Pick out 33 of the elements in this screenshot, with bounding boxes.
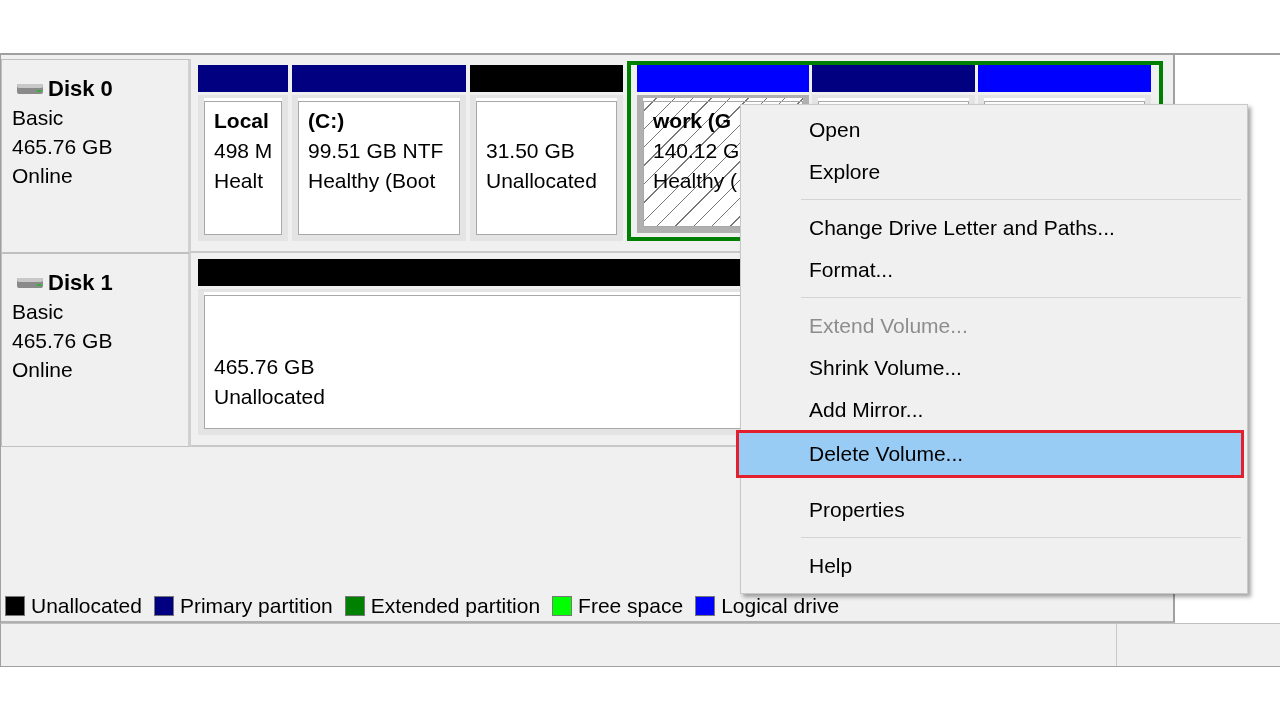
disk-size: 465.76 GB <box>12 134 113 160</box>
menu-item[interactable]: Delete Volume... <box>739 433 1241 475</box>
legend-label: Free space <box>578 594 684 618</box>
legend-label: Logical drive <box>721 594 840 618</box>
partition-title: work (G <box>653 108 732 134</box>
partition-status: Unallocated <box>486 168 597 194</box>
menu-item[interactable]: Help <box>741 545 1247 587</box>
disk-name: Disk 0 <box>48 75 113 103</box>
menu-item[interactable]: Format... <box>741 249 1247 291</box>
partition-status: Healthy (Boot <box>308 168 436 194</box>
partition-size: 465.76 GB <box>214 354 315 380</box>
legend-label: Primary partition <box>179 594 333 618</box>
legend-label: Extended partition <box>370 594 541 618</box>
partition-size: 140.12 G <box>653 138 740 164</box>
partition-size: 99.51 GB NTF <box>308 138 444 164</box>
partition-size: 31.50 GB <box>486 138 575 164</box>
disk-type: Basic <box>12 105 64 131</box>
disk-type: Basic <box>12 299 64 325</box>
partition[interactable]: 31.50 GB Unallocated <box>470 95 623 241</box>
disk-status: Online <box>12 163 73 189</box>
disk-status: Online <box>12 357 73 383</box>
partition-title: (C:) <box>308 108 345 134</box>
legend-label: Unallocated <box>31 594 142 618</box>
partition-status: Unallocated <box>214 384 325 410</box>
partition-status: Healthy ( <box>653 168 738 194</box>
partition[interactable]: (C:) 99.51 GB NTF Healthy (Boot <box>292 95 466 241</box>
partition-status: Healt <box>214 168 264 194</box>
disk-name: Disk 1 <box>48 269 113 297</box>
partition-size: 498 M <box>214 138 273 164</box>
partition-title: Local <box>214 108 269 134</box>
disk-size: 465.76 GB <box>12 328 113 354</box>
menu-item[interactable]: Properties <box>741 489 1247 531</box>
partition[interactable]: Local 498 M Healt <box>198 95 288 241</box>
